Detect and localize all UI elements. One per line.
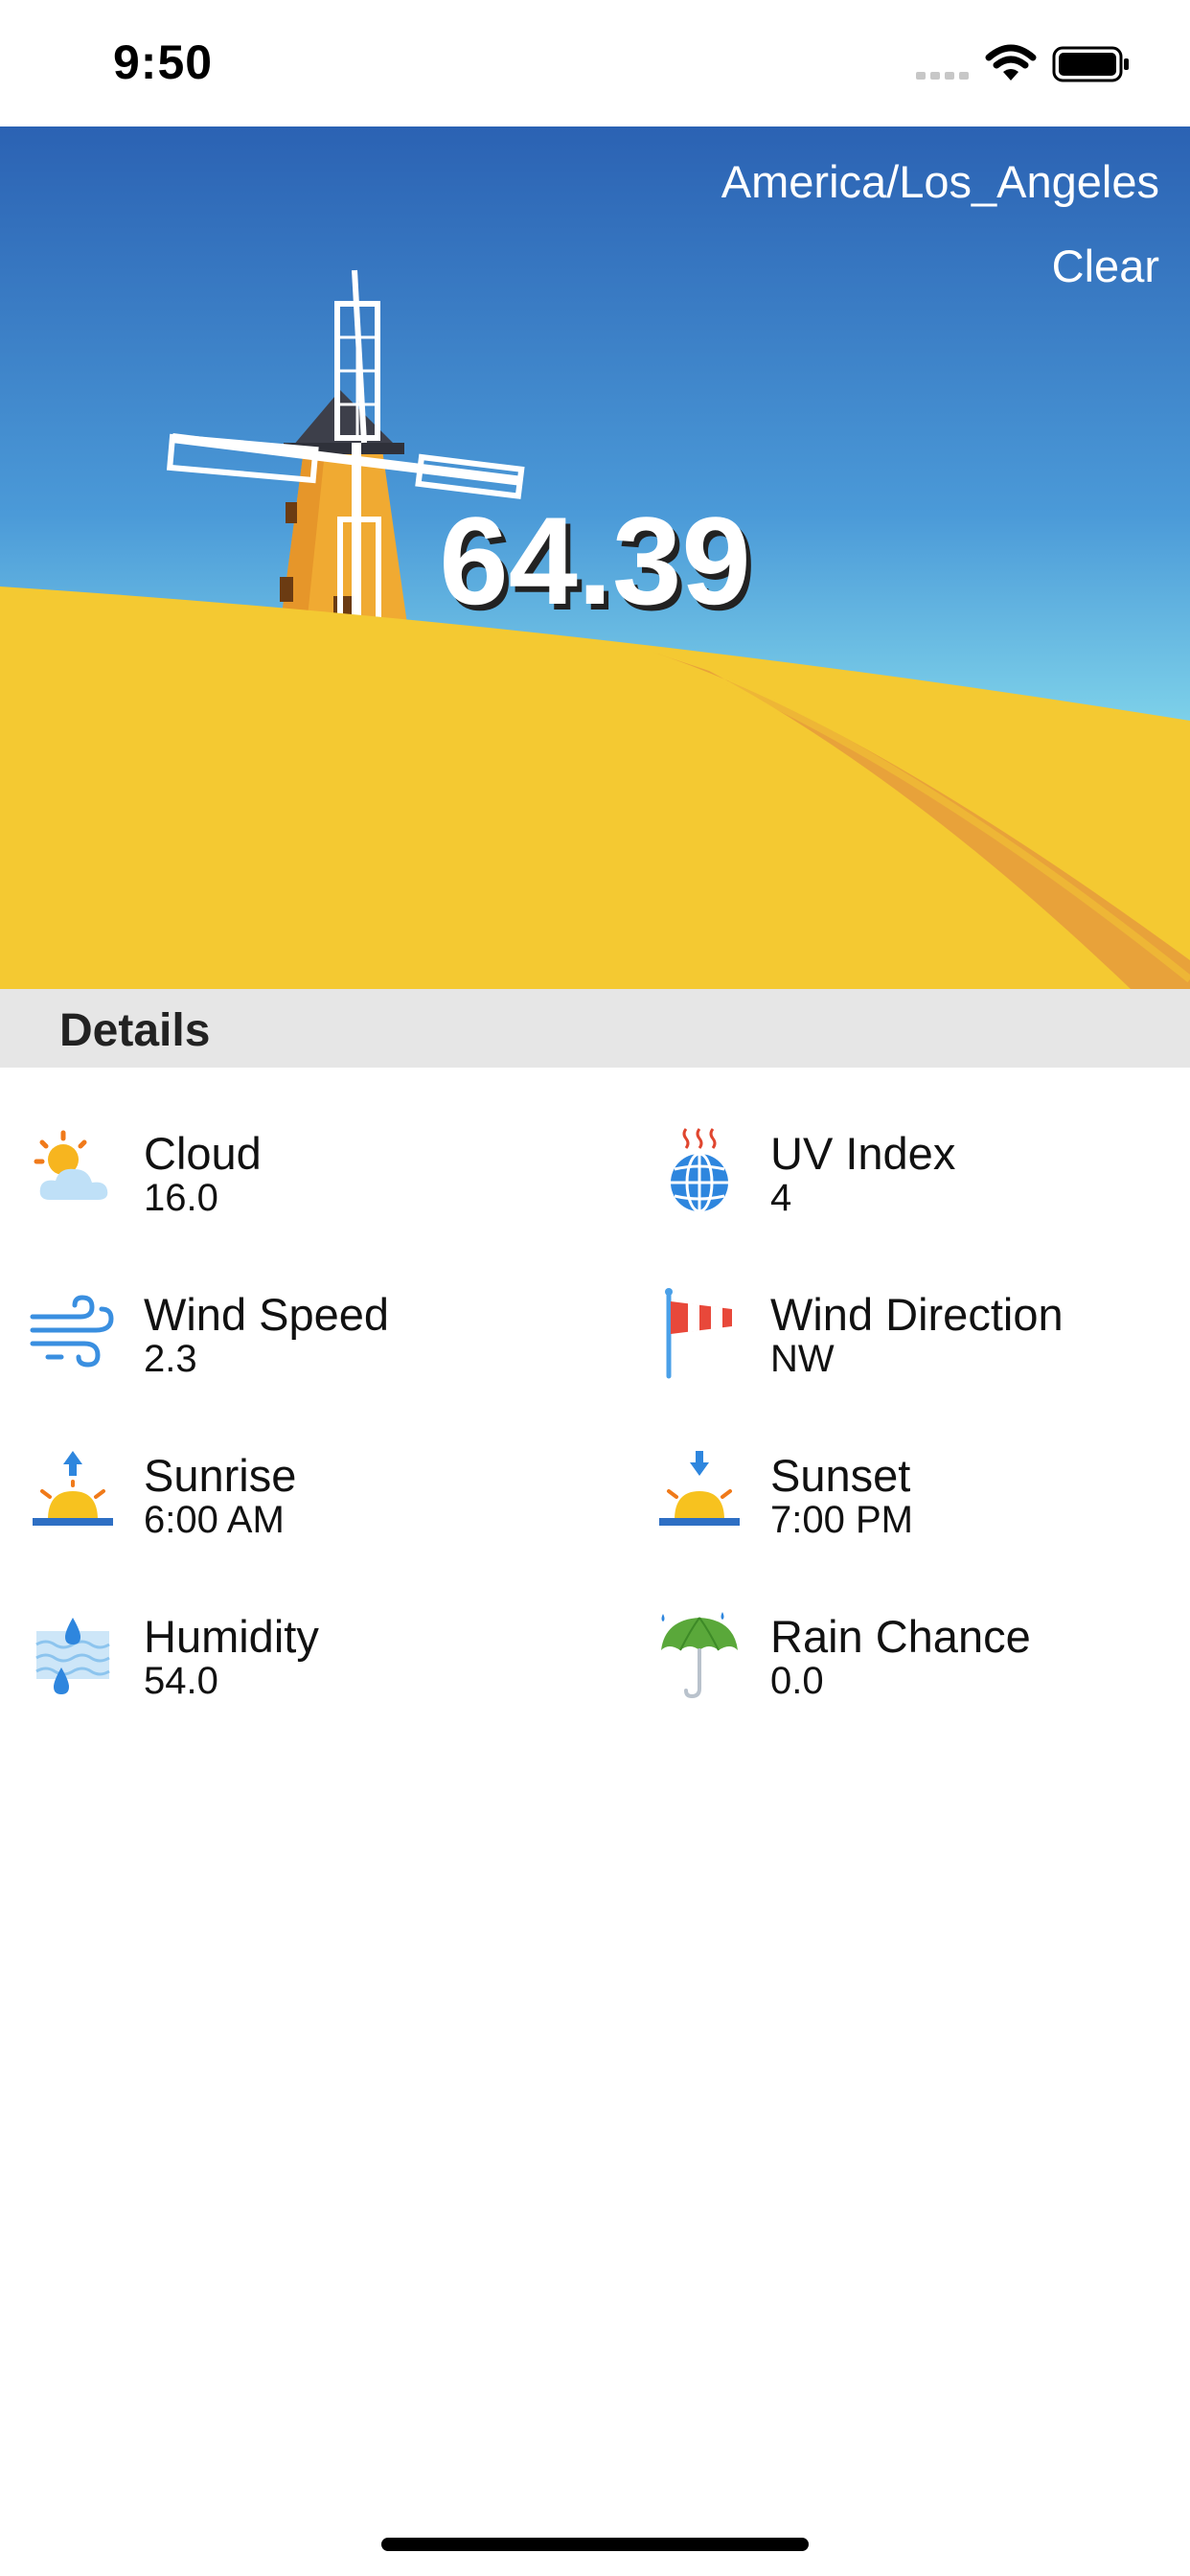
- details-title: Details: [59, 1005, 211, 1056]
- globe-icon: [671, 1128, 728, 1213]
- sunrise-icon: [33, 1451, 113, 1526]
- detail-value: 16.0: [144, 1177, 218, 1219]
- windsock-icon: [665, 1288, 732, 1379]
- status-bar: 9:50: [0, 0, 1190, 126]
- cellular-signal-icon: [916, 72, 969, 80]
- umbrella-icon: [661, 1612, 738, 1699]
- detail-humidity: Humidity 54.0: [29, 1606, 604, 1721]
- detail-label: Cloud: [144, 1128, 262, 1179]
- detail-sunset: Sunset 7:00 PM: [655, 1445, 1190, 1560]
- detail-value: 0.0: [770, 1660, 824, 1702]
- home-indicator[interactable]: [381, 2538, 809, 2551]
- detail-label: Sunset: [770, 1450, 911, 1501]
- detail-value: NW: [770, 1338, 835, 1380]
- detail-label: Wind Speed: [144, 1289, 390, 1340]
- detail-uv-index: UV Index 4: [655, 1123, 1190, 1238]
- sunset-icon: [659, 1451, 740, 1526]
- detail-value: 7:00 PM: [770, 1499, 913, 1541]
- detail-value: 4: [770, 1177, 792, 1219]
- detail-wind-direction: Wind Direction NW: [655, 1284, 1190, 1399]
- condition-label: Clear: [1051, 241, 1159, 291]
- timezone-label: America/Los_Angeles: [721, 156, 1159, 207]
- detail-label: Rain Chance: [770, 1611, 1031, 1662]
- detail-label: Wind Direction: [770, 1289, 1064, 1340]
- battery-icon: [1052, 46, 1129, 82]
- humidity-icon: [35, 1618, 110, 1694]
- detail-sunrise: Sunrise 6:00 AM: [29, 1445, 604, 1560]
- detail-value: 2.3: [144, 1338, 197, 1380]
- sun-behind-cloud-icon: [34, 1130, 108, 1200]
- detail-label: UV Index: [770, 1128, 956, 1179]
- detail-value: 54.0: [144, 1660, 218, 1702]
- temperature-value: 64.39: [439, 491, 751, 631]
- detail-label: Sunrise: [144, 1450, 297, 1501]
- detail-label: Humidity: [144, 1611, 319, 1662]
- wifi-icon: [985, 44, 1037, 80]
- detail-value: 6:00 AM: [144, 1499, 285, 1541]
- status-time: 9:50: [113, 35, 214, 89]
- detail-cloud: Cloud 16.0: [29, 1123, 604, 1238]
- details-section-header: Details: [0, 989, 1190, 1068]
- wind-icon: [30, 1295, 114, 1368]
- detail-wind-speed: Wind Speed 2.3: [29, 1284, 604, 1399]
- weather-hero: America/Los_Angeles Clear 64.39: [0, 126, 1190, 989]
- detail-rain-chance: Rain Chance 0.0: [655, 1606, 1190, 1721]
